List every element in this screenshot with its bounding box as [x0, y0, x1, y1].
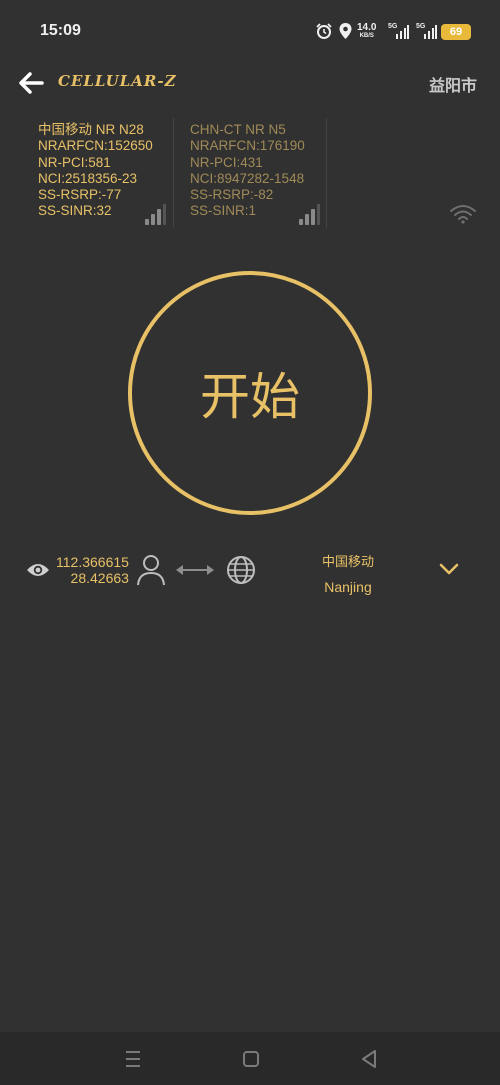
coordinates: 112.366615 28.42663 — [56, 554, 129, 586]
signal-bars-icon — [396, 25, 409, 39]
cell-sinr: SS-SINR:1 — [190, 203, 257, 219]
cell-rsrp: SS-RSRP:-77 — [38, 187, 122, 203]
cell-pci: NR-PCI:581 — [38, 154, 111, 170]
eye-icon[interactable] — [26, 560, 50, 580]
battery-indicator: 69 — [441, 24, 471, 40]
location-icon — [339, 23, 352, 39]
cell-signal-icon — [299, 204, 320, 225]
cell-nci: NCI:8947282-1548 — [190, 170, 305, 186]
app-logo: CELLULAR-Z — [58, 72, 177, 90]
latitude: 28.42663 — [70, 570, 129, 586]
menu-icon[interactable] — [120, 1046, 146, 1072]
net-speed-unit: KB/S — [359, 33, 374, 39]
cell-info-secondary: CHN-CT NR N5 NRARFCN:176190 NR-PCI:431 N… — [190, 122, 305, 220]
cell-operator-band: 中国移动 NR N28 — [38, 122, 144, 137]
net-speed: 14.0 KB/S — [357, 23, 376, 41]
start-button[interactable]: 开始 — [128, 271, 372, 515]
cell-nrarfcn: NRARFCN:152650 — [38, 138, 153, 154]
longitude: 112.366615 — [56, 554, 129, 570]
person-icon[interactable] — [136, 554, 166, 586]
start-button-label: 开始 — [200, 368, 300, 426]
cell-nci: NCI:2518356-23 — [38, 170, 138, 186]
wifi-icon — [450, 205, 476, 224]
status-time: 15:09 — [40, 22, 81, 39]
cell-divider — [173, 118, 174, 228]
cell-nrarfcn: NRARFCN:176190 — [190, 138, 305, 154]
globe-icon[interactable] — [226, 555, 256, 585]
back-icon[interactable] — [356, 1046, 382, 1072]
cell-pci: NR-PCI:431 — [190, 154, 263, 170]
double-arrow-icon — [176, 565, 214, 575]
operator-name: 中国移动 — [321, 555, 374, 570]
operator-selector[interactable]: 中国移动 Nanjing — [290, 550, 406, 600]
signal-bars-icon — [424, 25, 437, 39]
cell-sinr: SS-SINR:32 — [38, 203, 112, 219]
cell-operator-band: CHN-CT NR N5 — [190, 122, 286, 137]
operator-city: Nanjing — [324, 579, 372, 595]
chevron-down-icon[interactable] — [438, 560, 460, 578]
alarm-icon — [316, 23, 332, 39]
back-arrow-icon[interactable] — [16, 68, 46, 98]
city-label: 益阳市 — [429, 76, 478, 95]
cell-signal-icon — [145, 204, 166, 225]
home-icon[interactable] — [238, 1046, 264, 1072]
cell-info-primary: 中国移动 NR N28 NRARFCN:152650 NR-PCI:581 NC… — [38, 122, 153, 220]
cell-divider — [326, 118, 327, 228]
cell-rsrp: SS-RSRP:-82 — [190, 187, 274, 203]
